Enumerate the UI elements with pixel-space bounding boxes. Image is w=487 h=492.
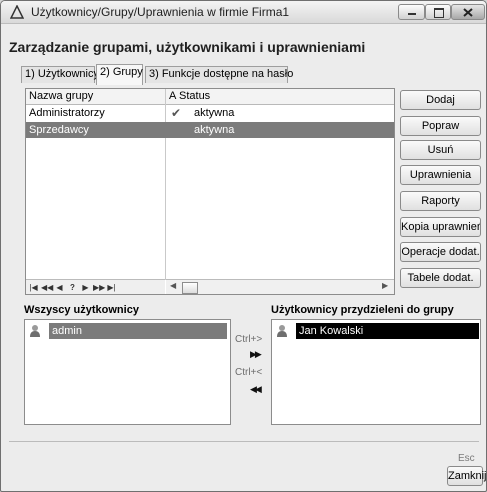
minimize-icon bbox=[408, 13, 416, 15]
user-name: admin bbox=[49, 323, 227, 339]
reports-button[interactable]: Raporty bbox=[400, 191, 481, 211]
scroll-left-icon[interactable]: ◀ bbox=[170, 281, 176, 290]
add-button[interactable]: Dodaj bbox=[400, 90, 481, 110]
copy-permissions-button[interactable]: Kopia uprawnień bbox=[400, 217, 481, 237]
esc-hint: Esc bbox=[458, 453, 475, 464]
nav-next-page-button[interactable]: ▶▶ bbox=[93, 282, 105, 293]
nav-prev-button[interactable]: ◀ bbox=[54, 282, 65, 293]
window-title: Użytkownicy/Grupy/Uprawnienia w firmie F… bbox=[31, 5, 290, 19]
column-header-status[interactable]: Status bbox=[179, 90, 210, 102]
tab-groups[interactable]: 2) Grupy bbox=[96, 64, 143, 85]
close-button[interactable]: Zamknij bbox=[447, 466, 486, 486]
page-title: Zarządzanie grupami, użytkownikami i upr… bbox=[9, 39, 366, 55]
remove-shortcut-label: Ctrl+< bbox=[235, 367, 263, 378]
horizontal-scrollbar[interactable]: ◀ ▶ bbox=[166, 279, 394, 294]
assigned-users-label: Użytkownicy przydzieleni do grupy bbox=[271, 304, 454, 316]
nav-last-button[interactable]: ▶| bbox=[106, 282, 117, 293]
scroll-right-icon[interactable]: ▶ bbox=[382, 281, 388, 290]
list-item[interactable]: admin bbox=[28, 323, 227, 339]
user-name: Jan Kowalski bbox=[296, 323, 479, 339]
add-to-group-button[interactable]: ▶▶ bbox=[250, 349, 262, 360]
group-name: Sprzedawcy bbox=[29, 124, 89, 136]
minimize-button[interactable] bbox=[398, 4, 425, 20]
maximize-icon bbox=[434, 8, 444, 18]
column-header-a[interactable]: A bbox=[169, 90, 176, 102]
tab-users[interactable]: 1) Użytkownicy bbox=[21, 66, 99, 83]
close-window-button[interactable] bbox=[451, 4, 485, 20]
all-users-list[interactable]: admin bbox=[24, 319, 231, 425]
column-header-name[interactable]: Nazwa grupy bbox=[29, 90, 93, 102]
tab-password-functions[interactable]: 3) Funkcje dostępne na hasło bbox=[145, 66, 293, 83]
group-status: aktywna bbox=[194, 124, 235, 136]
all-users-label: Wszyscy użytkownicy bbox=[24, 304, 139, 316]
group-name: Administratorzy bbox=[29, 107, 105, 119]
user-icon bbox=[30, 325, 40, 337]
close-icon bbox=[463, 8, 473, 17]
main-window: Użytkownicy/Grupy/Uprawnienia w firmie F… bbox=[0, 0, 487, 492]
table-header: Nazwa grupy A Status bbox=[26, 89, 394, 105]
groups-table[interactable]: Nazwa grupy A Status Administratorzy ✔ a… bbox=[25, 88, 395, 295]
list-item[interactable]: Jan Kowalski bbox=[275, 323, 479, 339]
footer-divider bbox=[9, 441, 479, 442]
title-bar[interactable]: Użytkownicy/Grupy/Uprawnienia w firmie F… bbox=[1, 1, 486, 24]
nav-first-button[interactable]: |◀ bbox=[28, 282, 39, 293]
nav-next-button[interactable]: ▶ bbox=[80, 282, 91, 293]
delete-button[interactable]: Usuń bbox=[400, 140, 481, 160]
scroll-thumb[interactable] bbox=[182, 282, 198, 294]
add-shortcut-label: Ctrl+> bbox=[235, 334, 263, 345]
warning-triangle-icon bbox=[10, 5, 24, 19]
nav-search-button[interactable]: ? bbox=[67, 282, 78, 293]
record-navigator: |◀ ◀◀ ◀ ? ▶ ▶▶ ▶| bbox=[26, 279, 165, 294]
table-row[interactable]: Administratorzy ✔ aktywna bbox=[26, 105, 394, 121]
permissions-button[interactable]: Uprawnienia bbox=[400, 165, 481, 185]
assigned-users-list[interactable]: Jan Kowalski bbox=[271, 319, 481, 425]
maximize-button[interactable] bbox=[425, 4, 451, 20]
nav-prev-page-button[interactable]: ◀◀ bbox=[41, 282, 53, 293]
edit-button[interactable]: Popraw bbox=[400, 116, 481, 136]
extra-operations-button[interactable]: Operacje dodat. bbox=[400, 242, 481, 262]
check-icon: ✔ bbox=[171, 106, 182, 120]
extra-tables-button[interactable]: Tabele dodat. bbox=[400, 268, 481, 288]
table-row-selected[interactable]: Sprzedawcy aktywna bbox=[26, 122, 394, 138]
remove-from-group-button[interactable]: ◀◀ bbox=[250, 384, 262, 395]
user-icon bbox=[277, 325, 287, 337]
group-status: aktywna bbox=[194, 107, 235, 119]
